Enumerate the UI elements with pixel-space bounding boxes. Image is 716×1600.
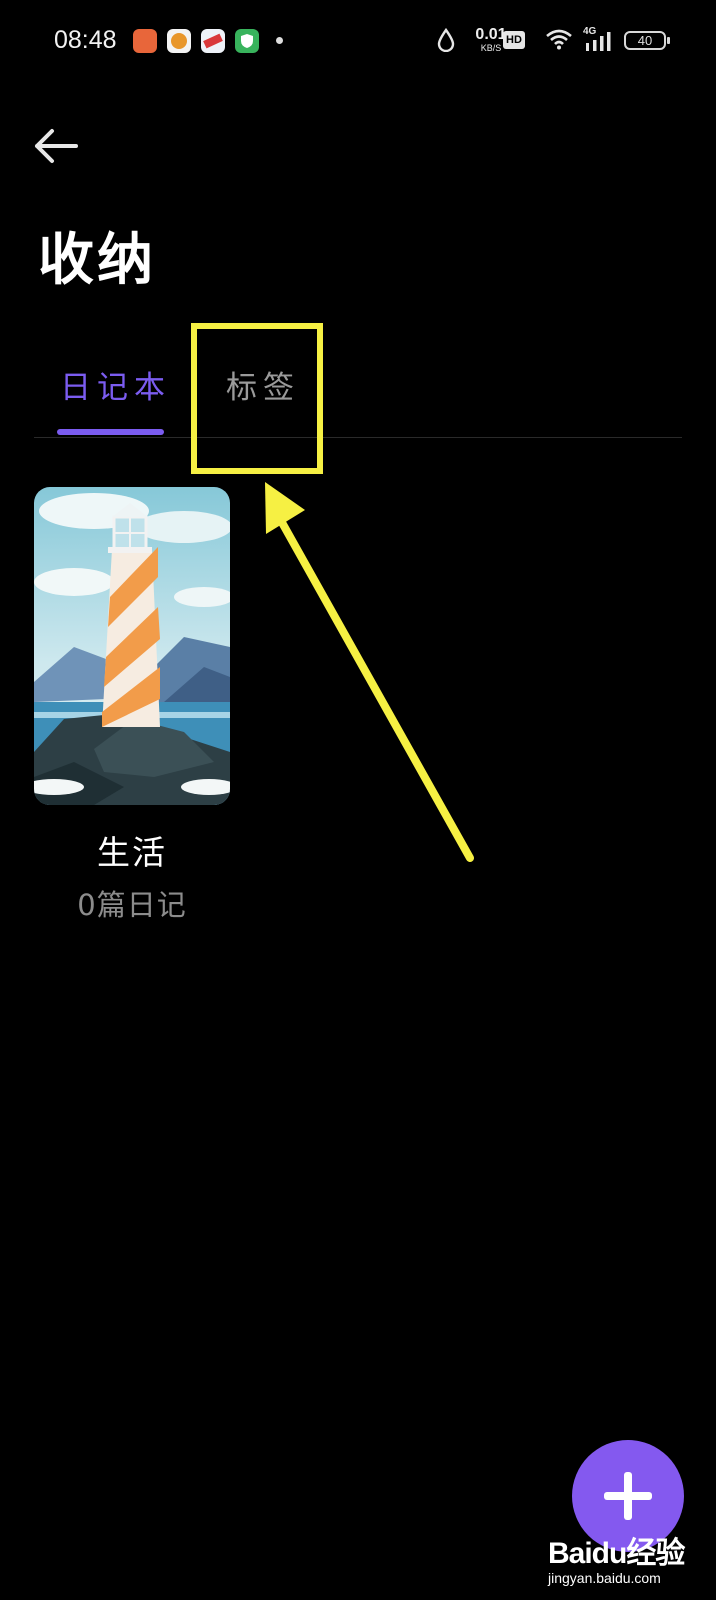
signal-icon <box>584 30 616 56</box>
shield-app-icon <box>235 29 259 53</box>
battery-icon: 40 <box>624 31 670 50</box>
page-title: 收纳 <box>38 228 156 293</box>
battery-level: 40 <box>637 33 653 48</box>
watermark-url: jingyan.baidu.com <box>548 1570 661 1586</box>
notebook-entry-count: 0篇日记 <box>77 888 187 922</box>
wifi-icon <box>545 28 573 54</box>
back-arrow-icon <box>35 129 78 163</box>
dot-icon <box>276 37 283 44</box>
notebook-name: 生活 <box>97 833 167 872</box>
app-icon <box>167 29 191 53</box>
watermark: Baidu经验 jingyan.baidu.com <box>548 1528 688 1586</box>
app-icon <box>133 29 157 53</box>
tab-active-indicator <box>57 429 164 435</box>
lighthouse-cover-image <box>34 487 230 805</box>
annotation-arrow-icon <box>265 482 474 862</box>
hd-badge: HD <box>503 31 525 49</box>
back-button[interactable] <box>30 124 84 170</box>
status-time: 08:48 <box>54 26 117 54</box>
drop-icon <box>437 27 455 56</box>
tab-divider <box>34 437 682 438</box>
highlight-box <box>191 323 323 474</box>
tab-notebook[interactable]: 日记本 <box>60 362 171 407</box>
notebook-card[interactable] <box>34 487 230 805</box>
watermark-logo: Baidu经验 <box>548 1537 685 1570</box>
app-icon <box>201 29 225 53</box>
